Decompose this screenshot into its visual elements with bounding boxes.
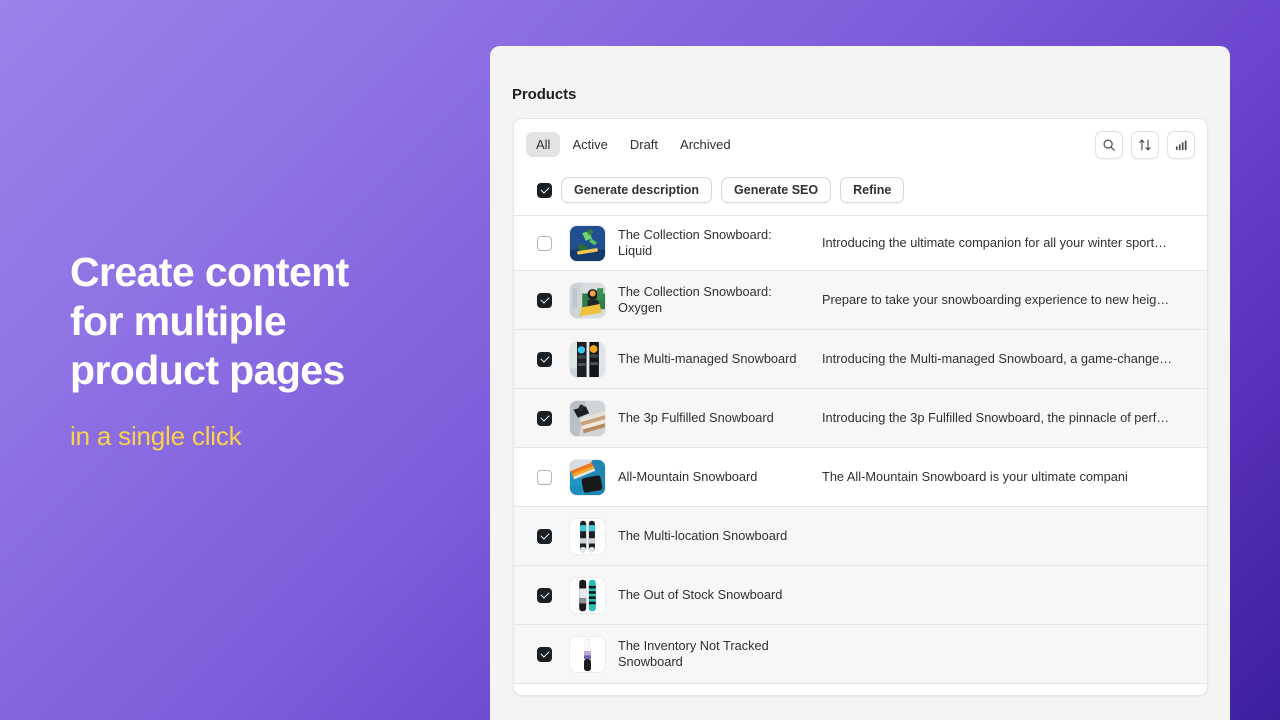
product-thumbnail [569,517,606,555]
row-checkbox[interactable] [537,235,552,251]
bar-chart-icon [1174,138,1188,152]
promo-headline: Create content for multiple product page… [70,249,349,393]
product-description: Introducing the ultimate companion for a… [822,235,1167,250]
generate-description-button[interactable]: Generate description [561,177,713,203]
product-thumbnail [569,224,606,262]
table-row[interactable]: The Collection Snowboard: Liquid Introduc… [514,216,1207,271]
products-card: All Active Draft Archived Generate descr… [513,118,1208,696]
tab-draft[interactable]: Draft [620,132,668,157]
row-checkbox[interactable] [537,351,552,367]
product-thumbnail [569,281,606,319]
sort-button[interactable] [1131,131,1159,159]
table-row[interactable]: All-Mountain Snowboard The All-Mountain S… [514,448,1207,507]
row-checkbox[interactable] [537,410,552,426]
row-checkbox[interactable] [537,292,552,308]
table-row[interactable]: The Multi-managed Snowboard Introducing t… [514,330,1207,389]
column-view-button[interactable] [1167,131,1195,159]
product-name: The Multi-location Snowboard [618,528,788,543]
product-name: The Inventory Not Tracked Snowboard [618,638,769,669]
table-row[interactable]: The 3p Fulfilled Snowboard Introducing th… [514,389,1207,448]
promo-panel: Create content for multiple product page… [70,248,470,452]
table-row[interactable]: The Inventory Not Tracked Snowboard [514,625,1207,684]
generate-seo-button[interactable]: Generate SEO [721,177,832,203]
row-checkbox[interactable] [537,469,552,485]
product-name: The Collection Snowboard: Oxygen [618,284,772,315]
table-row[interactable]: The Out of Stock Snowboard [514,566,1207,625]
product-thumbnail [569,340,606,378]
product-thumbnail [569,576,606,614]
product-description: Introducing the 3p Fulfilled Snowboard, … [822,410,1170,425]
product-thumbnail [569,635,606,673]
products-table: The Collection Snowboard: Liquid Introduc… [514,215,1207,684]
table-row[interactable]: The Multi-location Snowboard [514,507,1207,566]
bulk-actions-bar: Generate description Generate SEO Refine [514,177,1207,215]
product-name: The Out of Stock Snowboard [618,587,783,602]
product-description: Introducing the Multi-managed Snowboard,… [822,351,1172,366]
row-checkbox[interactable] [537,646,552,662]
refine-button[interactable]: Refine [840,177,905,203]
tab-archived[interactable]: Archived [670,132,741,157]
product-description: The All-Mountain Snowboard is your ultim… [822,469,1128,484]
sort-icon [1138,138,1152,152]
search-button[interactable] [1095,131,1123,159]
app-panel: Products All Active Draft Archived Gener… [490,46,1230,720]
product-description: Prepare to take your snowboarding experi… [822,292,1170,307]
product-thumbnail [569,399,606,437]
tab-all[interactable]: All [526,132,561,157]
header-icon-group [1095,131,1195,159]
promo-subheadline: in a single click [70,421,242,451]
search-icon [1102,138,1116,152]
product-thumbnail [569,458,606,496]
card-header: All Active Draft Archived [514,119,1207,177]
product-name: All-Mountain Snowboard [618,469,758,484]
table-row[interactable]: The Collection Snowboard: Oxygen Prepare … [514,271,1207,330]
product-name: The Collection Snowboard: Liquid [618,227,772,258]
product-name: The 3p Fulfilled Snowboard [618,410,774,425]
product-name: The Multi-managed Snowboard [618,351,797,366]
row-checkbox[interactable] [537,587,552,603]
page-title: Products [512,86,577,103]
row-checkbox[interactable] [537,528,552,544]
tab-active[interactable]: Active [562,132,617,157]
select-all-checkbox[interactable] [537,182,552,198]
